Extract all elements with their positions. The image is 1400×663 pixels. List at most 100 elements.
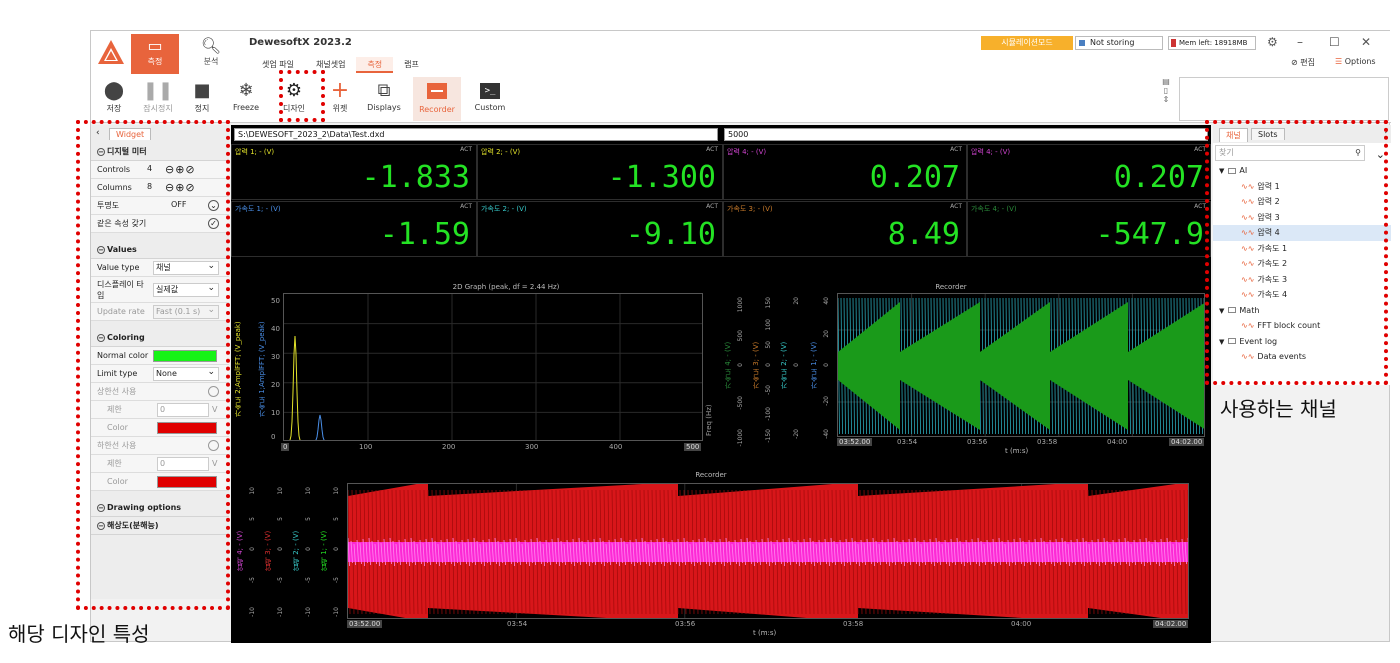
meter-value: -9.10	[625, 217, 716, 252]
mode-measure-button[interactable]: ▭ 측정	[131, 34, 179, 74]
digital-meter[interactable]: 압력 4; - (V) ACT 0.207	[723, 144, 967, 200]
maximize-icon[interactable]: ☐	[1329, 35, 1340, 49]
recorder1-title: Recorder	[935, 283, 967, 291]
recorder2-xtick: 03:56	[675, 620, 696, 628]
store-label: 저장	[106, 104, 122, 113]
digital-meter[interactable]: 가속도 1; - (V) ACT -1.59	[231, 201, 477, 257]
graph2d-ytick: 30	[271, 353, 280, 361]
recorder1-xtick: 03:52.00	[837, 438, 873, 446]
channel-panel-highlight	[1205, 120, 1388, 385]
store-button[interactable]: ⬤ 저장	[93, 77, 135, 121]
custom-button[interactable]: >_ Custom	[469, 77, 511, 121]
displays-button[interactable]: ⧉ Displays	[363, 77, 405, 121]
settings-gear-icon[interactable]: ⚙	[1267, 35, 1278, 49]
graph2d-plot[interactable]	[283, 293, 703, 441]
digital-meter[interactable]: 압력 2; - (V) ACT -1.300	[477, 144, 723, 200]
simulation-mode-badge[interactable]: 시뮬레이션모드	[981, 36, 1073, 50]
recorder1-axis-label: 가속도 2; - (V)	[780, 341, 788, 389]
file-path-field[interactable]: S:\DEWESOFT_2023_2\Data\Test.dxd	[234, 128, 718, 141]
minimize-icon[interactable]: –	[1297, 35, 1303, 49]
recorder2-ytick: 0	[277, 547, 284, 551]
recorder1-ytick: 20	[793, 297, 800, 305]
recorder1-ytick: -50	[765, 385, 772, 395]
edit-button[interactable]: ⊘ 편집	[1291, 57, 1315, 68]
recorder2-xaxis-label: t (m:s)	[753, 629, 777, 637]
recorder1-ytick: -100	[765, 407, 772, 421]
recorder1-ytick: 1000	[737, 297, 744, 313]
recorder1-ytick: -20	[823, 396, 830, 406]
digital-meter[interactable]: 압력 1; - (V) ACT -1.833	[231, 144, 477, 200]
recorder2-ytick: -5	[305, 577, 312, 583]
graph2d-ytick: 20	[271, 381, 280, 389]
recorder2-xtick: 03:52.00	[347, 620, 383, 628]
recorder-label: Recorder	[419, 105, 455, 114]
storing-status[interactable]: Not storing	[1075, 36, 1163, 50]
recorder2-ytick: 5	[277, 517, 284, 521]
recorder1-ytick: 0	[737, 363, 744, 367]
recorder2-xtick: 04:00	[1011, 620, 1032, 628]
dewesoft-logo-icon	[98, 40, 124, 64]
widget-button[interactable]: + 위젯	[319, 77, 361, 121]
digital-meter[interactable]: 가속도 3; - (V) ACT 8.49	[723, 201, 967, 257]
graph2d-xtick: 400	[609, 443, 623, 451]
recorder1-xtick: 04:02.00	[1169, 438, 1205, 446]
digital-meter[interactable]: 가속도 4; - (V) ACT -547.9	[967, 201, 1211, 257]
meter-channel-name: 압력 2; - (V)	[481, 148, 521, 156]
mode-measure-label: 측정	[147, 57, 163, 66]
tab-review[interactable]: 랩프	[393, 57, 430, 73]
memory-left-dropdown[interactable]: Mem left: 18918MB	[1168, 36, 1256, 50]
recorder1-xtick: 04:00	[1107, 438, 1128, 446]
meter-value: 0.207	[869, 160, 960, 195]
mode-analyze-button[interactable]: 🔍︎ 분석	[187, 34, 235, 74]
close-icon[interactable]: ✕	[1361, 35, 1371, 49]
recorder1-axis-label: 가속도 1; - (V)	[810, 341, 818, 389]
side-icons: ▤ ▯ ⇕	[1162, 77, 1170, 104]
graph2d-ytick: 40	[271, 325, 280, 333]
recorder2-ytick: 10	[277, 487, 284, 495]
graph2d-yaxis-label-1: 가속도 2;AmplFFT; (V_peak)	[234, 321, 242, 417]
recorder1-traces	[838, 294, 1204, 436]
meter-act: ACT	[950, 203, 962, 210]
recorder2-ytick: 0	[305, 547, 312, 551]
recorder2-ytick: 10	[305, 487, 312, 495]
preview-panel	[1179, 77, 1389, 121]
graph2d-xtick: 0	[281, 443, 290, 451]
recorder2-plot[interactable]	[347, 483, 1189, 619]
meter-act: ACT	[460, 146, 472, 153]
recorder2-ytick: -10	[277, 607, 284, 617]
meter-value: 8.49	[887, 217, 960, 252]
widget-label: 위젯	[332, 104, 348, 113]
recorder2-ytick: 10	[333, 487, 340, 495]
measure-icon: ▭	[147, 36, 163, 55]
meter-channel-name: 압력 4; - (V)	[971, 148, 1011, 156]
meter-act: ACT	[950, 146, 962, 153]
graph2d-xtick: 100	[359, 443, 373, 451]
snowflake-icon: ❄	[238, 80, 254, 101]
digital-meter[interactable]: 가속도 2; - (V) ACT -9.10	[477, 201, 723, 257]
menu-tabs: 셋업 파일 채널셋업 측정 랩프	[251, 57, 430, 73]
stop-button[interactable]: ■ 정지	[181, 77, 223, 121]
graph2d-traces	[284, 294, 702, 440]
custom-label: Custom	[474, 103, 506, 112]
options-button[interactable]: ☰ Options	[1335, 57, 1376, 66]
widget-panel-highlight	[76, 120, 230, 610]
sample-count-field[interactable]: 5000	[724, 128, 1208, 141]
meter-value: 0.207	[1113, 160, 1204, 195]
tab-measure[interactable]: 측정	[356, 57, 394, 73]
pause-button[interactable]: ❚❚ 잠시정지	[137, 77, 179, 121]
recorder1-ytick: -150	[765, 429, 772, 443]
graph2d-xtick: 200	[442, 443, 456, 451]
recorder2-ytick: -10	[305, 607, 312, 617]
recorder1-ytick: -1000	[737, 429, 744, 447]
recorder2-axis-label: 압력 1; - (V)	[320, 530, 328, 572]
recorder1-ytick: 0	[823, 363, 830, 367]
recorder1-plot[interactable]	[837, 293, 1205, 437]
freeze-button[interactable]: ❄ Freeze	[225, 77, 267, 121]
recorder-button[interactable]: Recorder	[413, 77, 461, 121]
digital-meter[interactable]: 압력 4; - (V) ACT 0.207	[967, 144, 1211, 200]
options-label: Options	[1344, 57, 1376, 66]
recorder1-axis-label: 가속도 3; - (V)	[752, 341, 760, 389]
recorder1-xtick: 03:58	[1037, 438, 1058, 446]
meter-channel-name: 가속도 3; - (V)	[727, 205, 773, 213]
annotation-used-channels: 사용하는 채널	[1220, 397, 1337, 421]
